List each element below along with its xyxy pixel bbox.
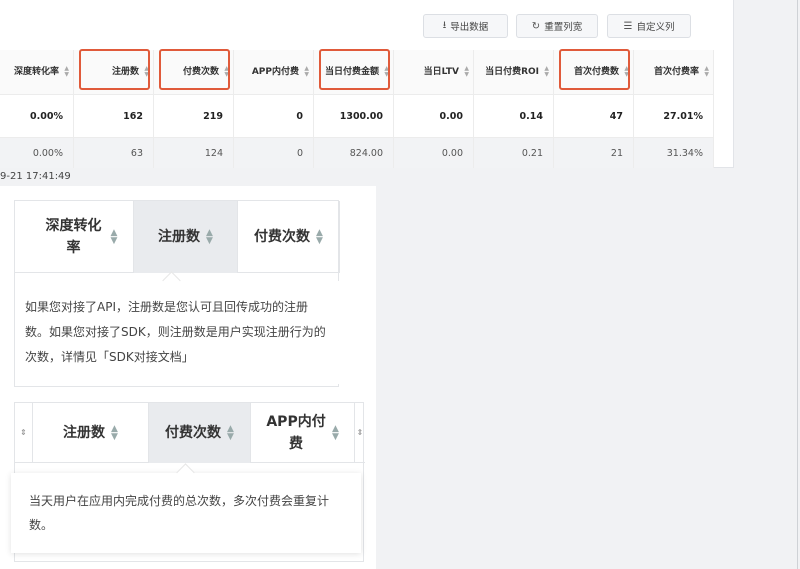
table-cell: 0.21	[474, 138, 554, 168]
header-label: 注册数	[111, 66, 139, 77]
zoom-header-label: 注册数	[158, 229, 201, 245]
table-cell: 219	[154, 95, 234, 137]
zoom-header-payment-count[interactable]: 付费次数 ▲ ▼	[238, 201, 340, 273]
header-daily-ltv[interactable]: 当日LTV ▲ ▼	[394, 50, 474, 94]
report-panel: ⭳ 导出数据 ↻ 重置列宽 ☰ 自定义列 深度转化率 ▲ ▼ 注册数 ▲ ▼ 付费次数 ▲…	[0, 0, 734, 168]
payment-count-tooltip: 当天用户在应用内完成付费的总次数，多次付费会重复计数。	[11, 473, 361, 553]
zoom-header-row: ⇕ 注册数 ▲ ▼ 付费次数 ▲ ▼ APP内付费 ▲ ▼ ⇕	[15, 403, 365, 463]
header-registrations[interactable]: 注册数 ▲ ▼	[74, 49, 154, 94]
table-cell: 0	[234, 138, 314, 168]
zoom-header-label: 付费次数	[254, 229, 311, 245]
sort-icon[interactable]: ▲ ▼	[304, 66, 309, 78]
zoom-header-label: 深度转化率	[45, 218, 102, 256]
download-icon: ⭳	[442, 19, 447, 31]
sort-icon[interactable]: ▲ ▼	[544, 66, 549, 78]
tooltip-text: 如果您对接了API，注册数是您认可且回传成功的注册数。如果您对接了SDK，则注册…	[25, 300, 326, 364]
table-cell: 124	[154, 138, 234, 168]
next-column-hint: ⇕	[356, 428, 364, 437]
header-in-app-payment[interactable]: APP内付费 ▲ ▼	[234, 50, 314, 94]
table-cell: 824.00	[314, 138, 394, 168]
header-label: 深度转化率	[13, 66, 59, 77]
sort-icon[interactable]: ▲ ▼	[464, 66, 469, 78]
table-cell: 27.01%	[634, 95, 714, 137]
table-cell: 63	[74, 138, 154, 168]
table-cell: 0.00	[394, 138, 474, 168]
sort-icon[interactable]: ⇕	[15, 403, 33, 463]
table-row: 0.00% 162 219 0 1300.00 0.00 0.14 47 27.…	[0, 95, 714, 138]
zoom-header-in-app-payment[interactable]: APP内付费 ▲ ▼	[251, 403, 355, 463]
header-daily-payment-amount[interactable]: 当日付费金额 ▲ ▼	[314, 49, 394, 94]
table-toolbar: ⭳ 导出数据 ↻ 重置列宽 ☰ 自定义列	[0, 14, 734, 40]
zoom-payment-count-tooltip: ⇕ 注册数 ▲ ▼ 付费次数 ▲ ▼ APP内付费 ▲ ▼ ⇕ 当天用户在应用内完成付…	[11, 402, 365, 562]
zoom-header-deep-conversion-rate[interactable]: 深度转化率 ▲ ▼	[15, 201, 134, 273]
header-payment-count[interactable]: 付费次数 ▲ ▼	[154, 49, 234, 94]
header-label: 首次付费率	[653, 66, 699, 77]
data-table: 深度转化率 ▲ ▼ 注册数 ▲ ▼ 付费次数 ▲ ▼ APP内付费 ▲ ▼ 当日付费金额 ▲ ▼ 当…	[0, 49, 714, 168]
table-cell: 21	[554, 138, 634, 168]
sort-icon[interactable]: ▲ ▼	[64, 66, 69, 78]
table-cell: 47	[554, 95, 634, 137]
sort-icon[interactable]: ▲ ▼	[206, 229, 213, 246]
sort-icon[interactable]: ▲ ▼	[144, 66, 149, 78]
refresh-icon: ↻	[531, 20, 541, 32]
export-data-label: 导出数据	[450, 22, 489, 33]
zoom-header-payment-count[interactable]: 付费次数 ▲ ▼	[149, 403, 251, 463]
registrations-tooltip: 如果您对接了API，注册数是您认可且回传成功的注册数。如果您对接了SDK，则注册…	[15, 281, 340, 384]
sort-icon[interactable]: ▲ ▼	[227, 425, 234, 442]
table-cell: 0.00%	[0, 138, 74, 168]
table-cell: 0.00%	[0, 95, 74, 137]
sort-icon[interactable]: ▲ ▼	[624, 66, 629, 78]
zoom-registrations-tooltip: 深度转化率 ▲ ▼ 注册数 ▲ ▼ 付费次数 ▲ ▼ 如果您对接了API，注册数是您认…	[14, 200, 340, 387]
sort-icon[interactable]: ▲ ▼	[704, 66, 709, 78]
header-label: 当日付费ROI	[485, 66, 539, 77]
zoom-header-registrations[interactable]: 注册数 ▲ ▼	[134, 201, 238, 273]
zoom-header-label: 付费次数	[165, 425, 222, 441]
header-daily-payment-roi[interactable]: 当日付费ROI ▲ ▼	[474, 50, 554, 94]
table-cell: 0.14	[474, 95, 554, 137]
sort-icon[interactable]: ▲ ▼	[332, 425, 339, 442]
sort-icon[interactable]: ▲ ▼	[316, 229, 323, 246]
table-cell: 162	[74, 95, 154, 137]
header-label: 当日付费金额	[324, 66, 379, 77]
header-label: 首次付费数	[573, 66, 619, 77]
table-cell: 31.34%	[634, 138, 714, 168]
header-label: 付费次数	[182, 66, 219, 77]
zoom-header-row: 深度转化率 ▲ ▼ 注册数 ▲ ▼ 付费次数 ▲ ▼	[15, 201, 340, 273]
table-cell: 0	[234, 95, 314, 137]
sort-icon[interactable]: ▲ ▼	[224, 66, 229, 78]
header-first-payment-rate[interactable]: 首次付费率 ▲ ▼	[634, 50, 714, 94]
reset-column-width-button[interactable]: ↻ 重置列宽	[516, 14, 598, 38]
reset-column-width-label: 重置列宽	[544, 22, 583, 33]
header-deep-conversion-rate[interactable]: 深度转化率 ▲ ▼	[0, 50, 74, 94]
custom-columns-label: 自定义列	[636, 22, 675, 33]
timestamp: 9-21 17:41:49	[0, 171, 71, 182]
table-cell: 0.00	[394, 95, 474, 137]
sort-icon[interactable]: ▲ ▼	[384, 66, 389, 78]
table-header-row: 深度转化率 ▲ ▼ 注册数 ▲ ▼ 付费次数 ▲ ▼ APP内付费 ▲ ▼ 当日付费金额 ▲ ▼ 当…	[0, 49, 714, 95]
table-cell: 1300.00	[314, 95, 394, 137]
table-row: 0.00% 63 124 0 824.00 0.00 0.21 21 31.34…	[0, 138, 714, 168]
export-data-button[interactable]: ⭳ 导出数据	[423, 14, 508, 38]
tooltip-text: 当天用户在应用内完成付费的总次数，多次付费会重复计数。	[29, 494, 330, 532]
header-label: APP内付费	[251, 66, 299, 77]
header-label: 当日LTV	[423, 66, 459, 77]
window-edge	[797, 0, 798, 569]
zoom-header-label: APP内付费	[266, 414, 326, 452]
zoom-header-label: 注册数	[63, 425, 106, 441]
zoom-header-registrations[interactable]: 注册数 ▲ ▼	[33, 403, 149, 463]
header-first-payment-count[interactable]: 首次付费数 ▲ ▼	[554, 49, 634, 94]
sort-icon[interactable]: ▲ ▼	[111, 425, 118, 442]
custom-columns-button[interactable]: ☰ 自定义列	[607, 14, 691, 38]
sort-icon[interactable]: ▲ ▼	[111, 229, 118, 246]
list-icon: ☰	[623, 20, 633, 32]
